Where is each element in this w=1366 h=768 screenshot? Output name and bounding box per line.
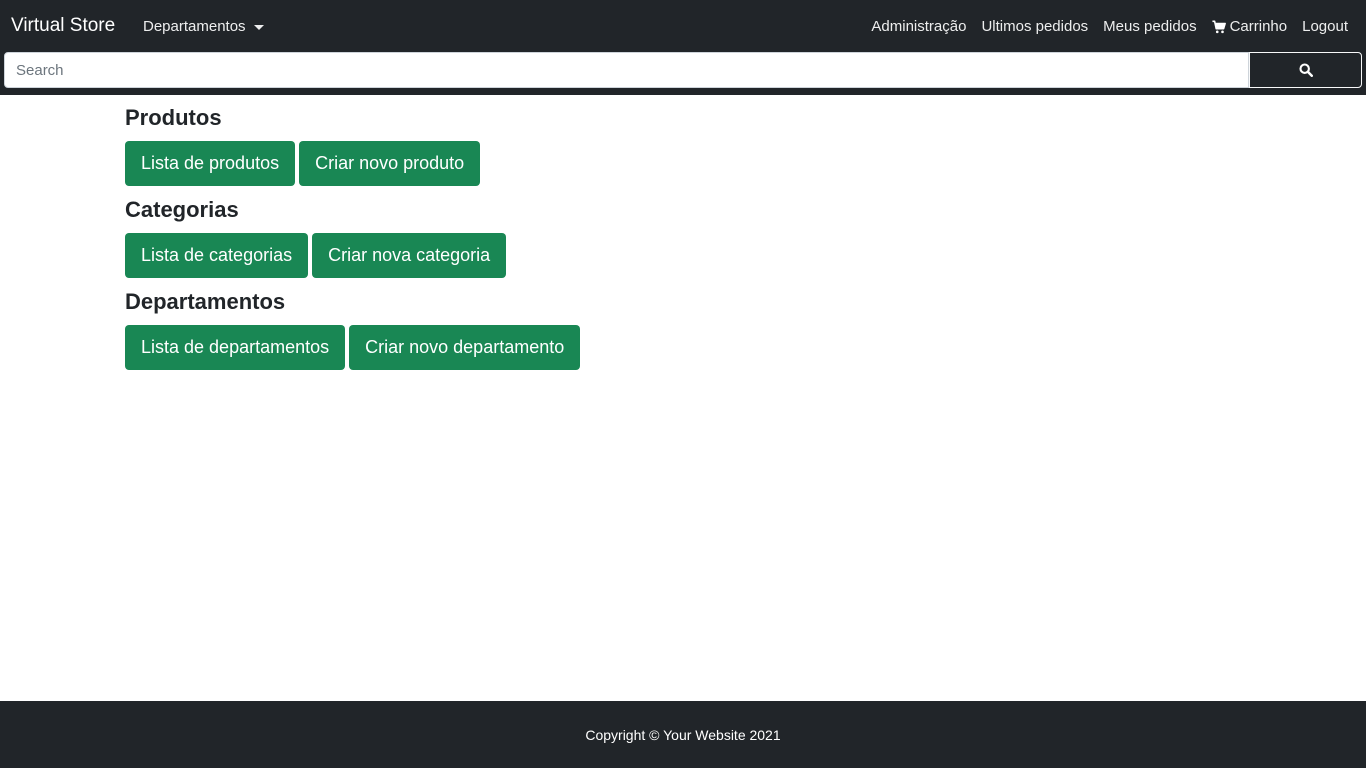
brand-link[interactable]: Virtual Store bbox=[11, 14, 115, 38]
admin-panel: Produtos Lista de produtos Criar novo pr… bbox=[125, 104, 1241, 380]
categories-actions: Lista de categorias Criar nova categoria bbox=[125, 233, 1241, 278]
products-section: Produtos Lista de produtos Criar novo pr… bbox=[125, 104, 1241, 186]
list-departments-button[interactable]: Lista de departamentos bbox=[125, 325, 346, 370]
departments-title: Departamentos bbox=[125, 289, 286, 314]
create-department-button[interactable]: Criar novo departamento bbox=[349, 325, 581, 370]
departments-dropdown-label: Departamentos bbox=[143, 18, 246, 35]
nav-link-last-orders[interactable]: Ultimos pedidos bbox=[981, 17, 1088, 37]
copyright-text: Copyright © Your Website 2021 bbox=[585, 726, 781, 743]
cart-label: Carrinho bbox=[1229, 18, 1288, 35]
list-products-button[interactable]: Lista de produtos bbox=[125, 141, 296, 186]
departments-section: Departamentos Lista de departamentos Cri… bbox=[125, 288, 1241, 370]
nav-link-my-orders[interactable]: Meus pedidos bbox=[1103, 17, 1196, 37]
products-title: Produtos bbox=[125, 105, 222, 130]
categories-section: Categorias Lista de categorias Criar nov… bbox=[125, 196, 1241, 278]
create-product-button[interactable]: Criar novo produto bbox=[299, 141, 481, 186]
top-navbar: Virtual Store Departamentos Administraçã… bbox=[0, 0, 1366, 95]
departments-dropdown[interactable]: Departamentos bbox=[143, 17, 264, 37]
nav-links: Administração Ultimos pedidos Meus pedid… bbox=[871, 17, 1348, 37]
categories-title: Categorias bbox=[125, 197, 239, 222]
nav-link-admin[interactable]: Administração bbox=[871, 17, 966, 37]
shopping-cart-icon bbox=[1212, 20, 1226, 34]
list-categories-button[interactable]: Lista de categorias bbox=[125, 233, 309, 278]
create-category-button[interactable]: Criar nova categoria bbox=[312, 233, 507, 278]
search-input[interactable] bbox=[4, 52, 1249, 88]
caret-down-icon bbox=[253, 24, 264, 30]
search-button[interactable] bbox=[1249, 52, 1362, 88]
departments-actions: Lista de departamentos Criar novo depart… bbox=[125, 325, 1241, 370]
search-icon bbox=[1298, 63, 1313, 77]
products-actions: Lista de produtos Criar novo produto bbox=[125, 141, 1241, 186]
page-footer: Copyright © Your Website 2021 bbox=[0, 701, 1366, 768]
nav-link-logout[interactable]: Logout bbox=[1302, 17, 1348, 37]
nav-link-cart[interactable]: Carrinho bbox=[1212, 17, 1288, 37]
